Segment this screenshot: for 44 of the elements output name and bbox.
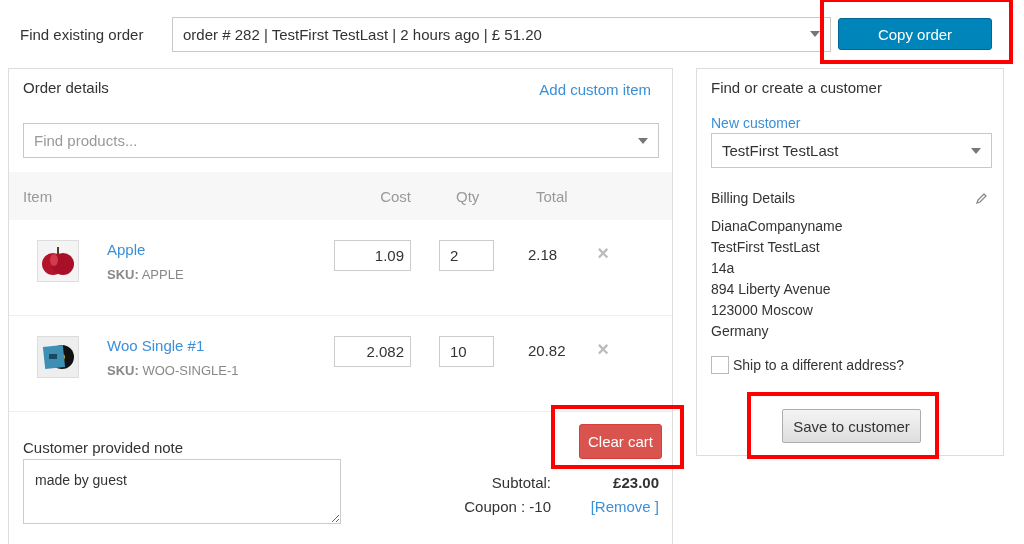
address-line: Germany — [711, 322, 770, 341]
clear-cart-button[interactable]: Clear cart — [578, 424, 662, 459]
address-line: 14a — [711, 259, 736, 278]
column-header: Item — [22, 187, 54, 205]
total-label: Subtotal: — [490, 474, 551, 491]
customer-select[interactable]: TestFirst TestLast — [711, 133, 992, 168]
quantity-field[interactable]: 2 — [439, 240, 494, 271]
copy-order-button[interactable]: Copy order — [838, 18, 992, 50]
column-header: Cost — [379, 187, 411, 205]
quantity-field[interactable]: 10 — [439, 336, 494, 367]
note-field[interactable]: made by guest — [23, 459, 341, 524]
sku-text: SKU: APPLE — [107, 267, 184, 282]
note-label: Customer provided note — [23, 439, 185, 456]
product-search-field[interactable]: Find products... — [23, 123, 659, 158]
new-customer-link[interactable]: New customer — [711, 115, 990, 131]
column-header: Qty — [455, 187, 481, 205]
total-amount: £23.00 — [613, 474, 659, 491]
sku-text: SKU: WOO-SINGLE-1 — [107, 363, 239, 378]
pencil-icon[interactable] — [976, 192, 988, 204]
address-line: 123000 Moscow — [711, 301, 814, 320]
panel-title: Find or create a customer — [711, 79, 883, 96]
column-header: Total — [535, 187, 569, 205]
ship-checkbox[interactable] — [711, 356, 729, 374]
find-order-label: Find existing order — [20, 25, 145, 43]
caret-icon — [810, 31, 820, 37]
address-line: TestFirst TestLast — [711, 238, 821, 257]
order-select[interactable]: order # 282 | TestFirst TestLast | 2 hours ago | £ 51.20 — [172, 16, 831, 52]
ship-label: Ship to a different address? — [733, 357, 904, 373]
total-label: Coupon : -10 — [463, 498, 551, 515]
panel-title: Order details — [23, 79, 109, 98]
remove-link[interactable]: [Remove ] — [590, 498, 659, 515]
save-to-customer-button[interactable]: Save to customer — [782, 409, 921, 443]
line-total: 2.18 — [528, 246, 558, 263]
product-link[interactable]: Apple — [107, 241, 184, 258]
billing-title: Billing Details — [711, 190, 796, 206]
product-link[interactable]: Woo Single #1 — [107, 337, 239, 354]
caret-icon — [638, 137, 648, 144]
line-total: 20.82 — [528, 342, 566, 359]
cost-field[interactable]: 2.082 — [334, 336, 411, 367]
address-line: 894 Liberty Avenue — [711, 280, 832, 299]
add-custom-item-link[interactable]: Add custom item — [539, 81, 651, 123]
cost-field[interactable]: 1.09 — [334, 240, 411, 271]
caret-icon — [971, 147, 981, 154]
address-line: DianaCompanyname — [711, 217, 844, 236]
